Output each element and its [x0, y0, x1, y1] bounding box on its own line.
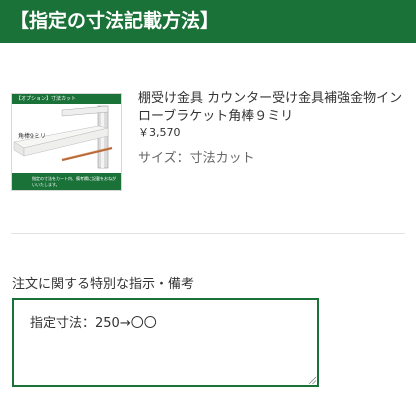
image-option-banner-text: 【オプション】寸法カット [16, 96, 77, 102]
image-size-label: 角棒9ミリ [18, 133, 46, 140]
page-header: 【指定の寸法記載方法】 [0, 0, 416, 43]
special-instructions-label: 注文に関する特別な指示・備考 [12, 277, 195, 292]
image-instruction-text: 指定の寸法をカート内、備考欄に記載をおねがいいたします。 [32, 176, 116, 187]
product-image[interactable]: 【オプション】寸法カット 角棒9ミリ 指定の寸法をカート内、備考欄に記載をおねが… [11, 93, 122, 191]
section-divider [11, 233, 405, 234]
product-option: サイズ：寸法カット [138, 151, 255, 166]
image-instruction-banner: 指定の寸法をカート内、備考欄に記載をおねがいいたします。 [12, 173, 121, 190]
product-price: ￥3,570 [138, 126, 181, 139]
image-option-banner: 【オプション】寸法カット [12, 94, 121, 104]
page-title: 【指定の寸法記載方法】 [10, 10, 220, 32]
resize-grip-icon[interactable] [308, 376, 317, 385]
product-name[interactable]: 棚受け金具 カウンター受け金具補強金物インローブラケット角棒９ミリ [138, 90, 408, 126]
special-instructions-textarea[interactable]: 指定寸法：250→〇〇 [12, 298, 319, 387]
